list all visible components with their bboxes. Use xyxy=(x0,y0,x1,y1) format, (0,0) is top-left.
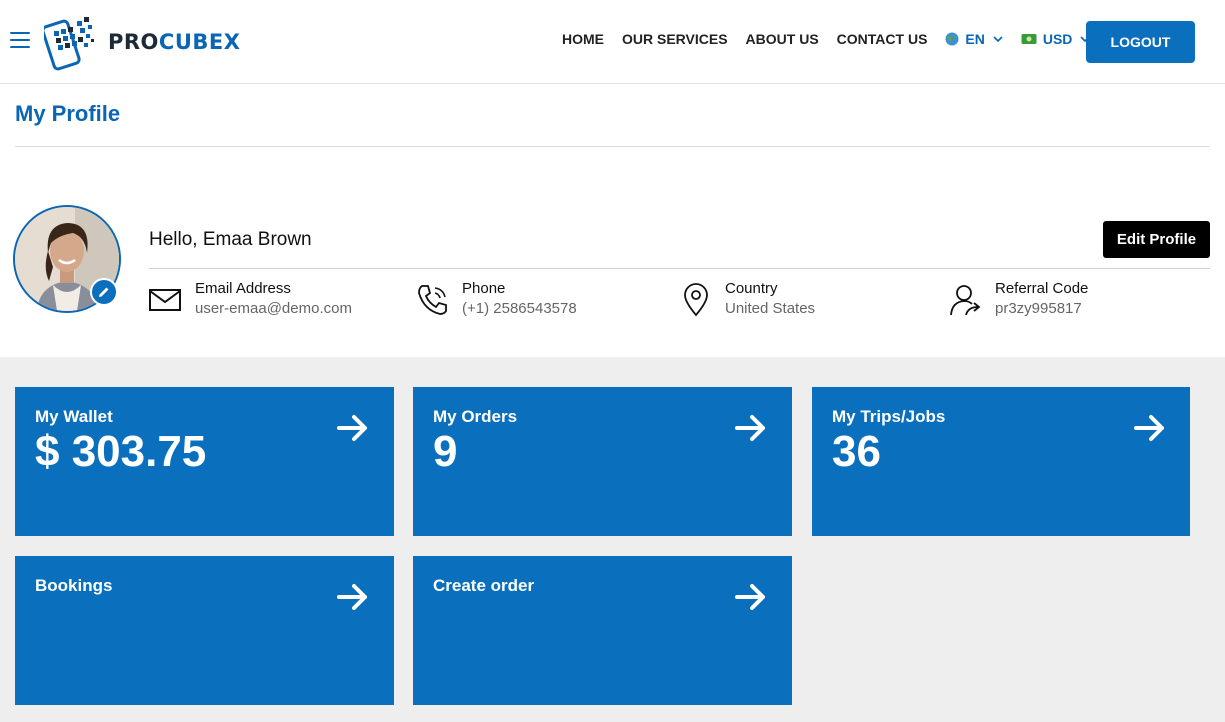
card-title: Bookings xyxy=(35,576,113,595)
card-title: My Orders xyxy=(433,407,518,426)
menu-icon[interactable] xyxy=(10,32,30,49)
trips-count: 36 xyxy=(832,427,881,476)
logo-cube-icon xyxy=(44,17,94,71)
logo-text: PROCUBEX xyxy=(108,30,241,54)
phone-info: Phone (+1) 2586543578 xyxy=(416,279,577,319)
edit-avatar-button[interactable] xyxy=(90,278,118,306)
nav-contact-us[interactable]: CONTACT US xyxy=(837,31,928,47)
location-pin-icon xyxy=(684,283,708,317)
referral-info: Referral Code pr3zy995817 xyxy=(949,279,1088,319)
globe-icon xyxy=(945,32,959,46)
card-title: My Wallet xyxy=(35,407,113,426)
email-info: Email Address user-emaa@demo.com xyxy=(149,279,352,319)
card-title: Create order xyxy=(433,576,535,595)
edit-profile-button[interactable]: Edit Profile xyxy=(1103,221,1210,258)
country-value: United States xyxy=(725,300,816,317)
orders-count: 9 xyxy=(433,427,458,476)
country-info: Country United States xyxy=(679,279,815,319)
money-icon xyxy=(1021,34,1037,44)
divider xyxy=(149,268,1210,269)
language-dropdown[interactable]: EN xyxy=(945,31,1003,47)
referral-label: Referral Code xyxy=(995,280,1089,297)
greeting: Hello, Emaa Brown xyxy=(149,229,312,250)
phone-icon xyxy=(418,285,447,315)
bookings-card[interactable]: Bookings xyxy=(15,556,394,705)
chevron-down-icon xyxy=(993,36,1003,43)
phone-value: (+1) 2586543578 xyxy=(462,300,577,317)
nav-home[interactable]: HOME xyxy=(562,31,604,47)
email-label: Email Address xyxy=(195,280,291,297)
brand-logo[interactable]: PROCUBEX xyxy=(44,13,240,71)
referral-value: pr3zy995817 xyxy=(995,300,1082,317)
main-nav: HOME OUR SERVICES ABOUT US CONTACT US EN… xyxy=(562,31,1108,47)
nav-our-services[interactable]: OUR SERVICES xyxy=(622,31,728,47)
create-order-card[interactable]: Create order xyxy=(413,556,792,705)
profile-avatar xyxy=(13,205,121,313)
email-value: user-emaa@demo.com xyxy=(195,300,352,317)
trips-card[interactable]: My Trips/Jobs 36 xyxy=(812,387,1190,536)
language-value: EN xyxy=(965,31,985,47)
country-label: Country xyxy=(725,280,778,297)
card-title: My Trips/Jobs xyxy=(832,407,946,426)
currency-value: USD xyxy=(1042,31,1073,47)
wallet-card[interactable]: My Wallet $ 303.75 xyxy=(15,387,394,536)
user-share-icon xyxy=(950,285,981,316)
wallet-balance: $ 303.75 xyxy=(35,427,207,476)
nav-about-us[interactable]: ABOUT US xyxy=(746,31,819,47)
phone-label: Phone xyxy=(462,280,506,297)
arrow-right-icon xyxy=(735,415,765,441)
divider xyxy=(15,146,1210,147)
arrow-right-icon xyxy=(1134,415,1164,441)
pencil-icon xyxy=(99,287,109,297)
orders-card[interactable]: My Orders 9 xyxy=(413,387,792,536)
currency-dropdown[interactable]: USD xyxy=(1021,31,1091,47)
logout-button[interactable]: LOGOUT xyxy=(1086,21,1195,63)
page-title: My Profile xyxy=(15,101,121,126)
arrow-right-icon xyxy=(337,415,367,441)
arrow-right-icon xyxy=(337,584,367,610)
mail-icon xyxy=(149,289,181,311)
dashboard-area: My Wallet $ 303.75 My Orders 9 My Trips/… xyxy=(0,357,1225,722)
arrow-right-icon xyxy=(735,584,765,610)
top-header: PROCUBEX HOME OUR SERVICES ABOUT US CONT… xyxy=(0,0,1225,84)
